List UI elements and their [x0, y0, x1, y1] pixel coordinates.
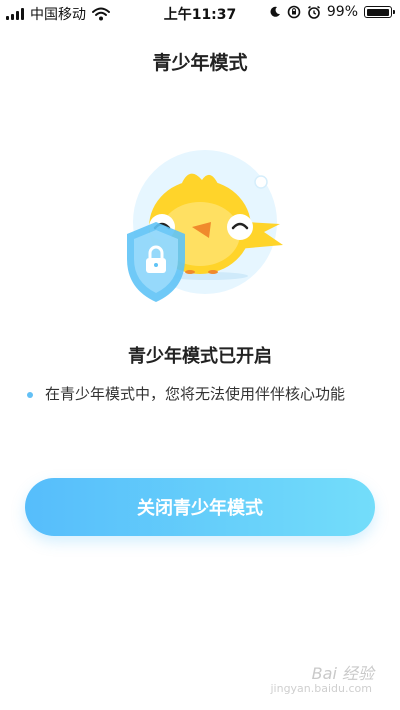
moon-icon: [270, 6, 280, 17]
status-bar: 中国移动 上午11:37 99%: [0, 0, 400, 26]
rotation-lock-icon: [287, 5, 301, 19]
battery-icon: [364, 6, 395, 18]
notice-item: 在青少年模式中，您将无法使用伴伴核心功能: [27, 382, 372, 407]
close-teen-mode-button[interactable]: 关闭青少年模式: [25, 478, 375, 536]
alarm-icon: [307, 5, 320, 19]
mode-status-title: 青少年模式已开启: [128, 346, 272, 367]
illustration: [127, 150, 283, 302]
shield-lock-icon: [127, 222, 185, 302]
status-right: 99%: [269, 4, 395, 20]
watermark-logo: Bai 经验: [311, 664, 374, 683]
bubble-decoration: [254, 175, 268, 189]
page-title: 青少年模式: [152, 52, 248, 74]
notice-text: 在青少年模式中，您将无法使用伴伴核心功能: [45, 385, 346, 403]
watermark-url: jingyan.baidu.com: [270, 682, 372, 695]
battery-fill: [366, 8, 390, 16]
battery-percent: 99%: [326, 4, 358, 20]
bullet-dot: [27, 392, 33, 398]
